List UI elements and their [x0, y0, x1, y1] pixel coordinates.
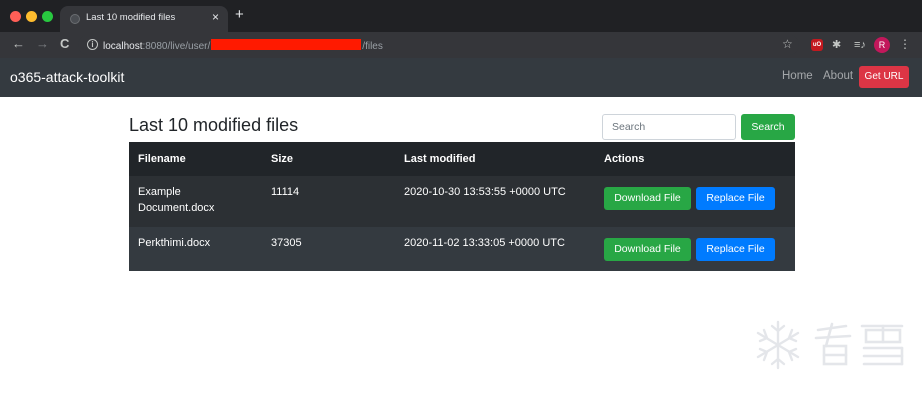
menu-kebab-icon[interactable]: ⋮: [899, 36, 911, 52]
table-row: Perkthimi.docx 37305 2020-11-02 13:33:05…: [129, 227, 795, 271]
minimize-window-button[interactable]: [26, 11, 37, 22]
watermark-glyphs: [814, 322, 904, 366]
ublock-extension-icon[interactable]: uO: [811, 39, 823, 51]
browser-tab[interactable]: Last 10 modified files ×: [60, 6, 228, 32]
cell-modified: 2020-11-02 13:33:05 +0000 UTC: [395, 227, 595, 271]
header-last-modified: Last modified: [395, 142, 595, 176]
nav-link-about[interactable]: About: [823, 70, 853, 82]
extensions-puzzle-icon[interactable]: ✱: [832, 39, 843, 51]
profile-avatar[interactable]: R: [874, 37, 890, 53]
search-input[interactable]: [602, 114, 736, 140]
replace-file-button[interactable]: Replace File: [696, 187, 775, 210]
address-bar[interactable]: i localhost:8080/live/user//files: [78, 35, 799, 55]
browser-tab-bar: Last 10 modified files × +: [0, 0, 922, 32]
snowflake-icon: [756, 320, 800, 370]
tab-title: Last 10 modified files: [86, 12, 176, 23]
info-icon[interactable]: i: [87, 39, 98, 50]
get-url-button[interactable]: Get URL: [859, 66, 909, 88]
redaction-bar: [211, 39, 362, 50]
header-filename: Filename: [129, 142, 262, 176]
search-button[interactable]: Search: [741, 114, 795, 140]
files-table: Filename Size Last modified Actions Exam…: [129, 142, 795, 271]
close-icon[interactable]: ×: [212, 10, 219, 24]
nav-link-home[interactable]: Home: [782, 70, 813, 82]
replace-file-button[interactable]: Replace File: [696, 238, 775, 261]
cell-actions: Download File Replace File: [595, 176, 795, 227]
url-text: localhost:8080/live/user//files: [103, 39, 383, 52]
maximize-window-button[interactable]: [42, 11, 53, 22]
back-icon[interactable]: ←: [12, 36, 25, 52]
reload-icon[interactable]: C: [60, 36, 69, 52]
cell-size: 37305: [262, 227, 395, 271]
header-actions: Actions: [595, 142, 795, 176]
download-file-button[interactable]: Download File: [604, 187, 691, 210]
cell-size: 11114: [262, 176, 395, 227]
watermark-logo: [756, 320, 904, 370]
bookmark-star-icon[interactable]: ☆: [782, 37, 793, 51]
download-file-button[interactable]: Download File: [604, 238, 691, 261]
cell-actions: Download File Replace File: [595, 227, 795, 271]
media-queue-icon[interactable]: ≡♪: [854, 39, 866, 51]
cell-modified: 2020-10-30 13:53:55 +0000 UTC: [395, 176, 595, 227]
new-tab-button[interactable]: +: [235, 7, 244, 22]
app-navbar: o365-attack-toolkit Home About Get URL: [0, 58, 922, 97]
forward-icon[interactable]: →: [36, 36, 49, 52]
table-row: Example Document.docx 11114 2020-10-30 1…: [129, 176, 795, 227]
header-size: Size: [262, 142, 395, 176]
cell-filename: Example Document.docx: [129, 176, 262, 227]
page-title: Last 10 modified files: [129, 115, 299, 135]
table-header-row: Filename Size Last modified Actions: [129, 142, 795, 176]
globe-icon: [70, 14, 80, 24]
cell-filename: Perkthimi.docx: [129, 227, 262, 271]
brand-logo-text[interactable]: o365-attack-toolkit: [10, 69, 124, 85]
close-window-button[interactable]: [10, 11, 21, 22]
